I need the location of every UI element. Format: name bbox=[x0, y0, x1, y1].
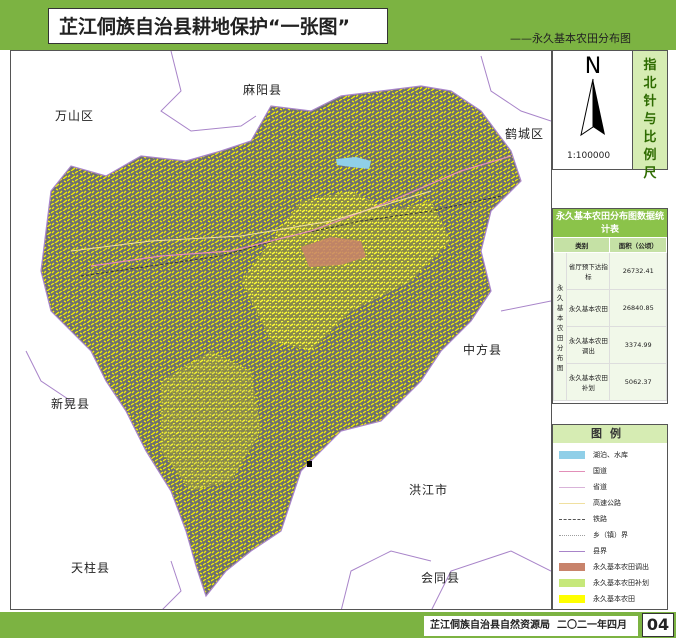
compass-caption-box: 指 北 针 与 比 例 尺 bbox=[632, 51, 667, 181]
table-cell: 省厅预下达指标 bbox=[566, 252, 611, 290]
place-wanshan: 万山区 bbox=[55, 109, 95, 123]
stats-title: 永久基本农田分布图数据统计表 bbox=[553, 209, 667, 237]
legend-label: 乡（镇）界 bbox=[593, 531, 628, 539]
stats-group-label: 永久基本农田分布图 bbox=[552, 252, 568, 401]
legend-item: 省道 bbox=[559, 481, 669, 493]
table-cell: 26732.41 bbox=[609, 252, 667, 290]
place-hongjiang: 洪江市 bbox=[409, 483, 449, 497]
legend-box: 图例 湖泊、水库国道省道高速公路铁路乡（镇）界县界永久基本农田调出 永久基本农田补… bbox=[552, 424, 668, 610]
north-label: N bbox=[585, 54, 601, 79]
legend-label: 湖泊、水库 bbox=[593, 451, 628, 459]
scale-label: 1:100000 bbox=[567, 151, 611, 161]
legend-label: 高速公路 bbox=[593, 499, 621, 507]
legend-swatch bbox=[559, 563, 585, 571]
table-cell: 26840.85 bbox=[609, 289, 667, 327]
page-title: 芷江侗族自治县耕地保护“一张图” bbox=[48, 8, 388, 44]
legend-label: 铁路 bbox=[593, 515, 607, 523]
legend-label: 永久基本农田调出 bbox=[593, 563, 649, 571]
legend-swatch bbox=[559, 595, 585, 603]
legend-swatch bbox=[559, 519, 585, 520]
legend-swatch bbox=[559, 451, 585, 459]
legend-label: 省道 bbox=[593, 483, 607, 491]
stats-table: 类别 面积（公顷） 永久基本农田分布图 省厅预下达指标 26732.41 永久基… bbox=[552, 237, 667, 401]
place-hecheng: 鹤城区 bbox=[505, 127, 545, 141]
footer-credit: 芷江侗族自治县自然资源局 二〇二一年四月 bbox=[424, 616, 638, 636]
stats-table-box: 永久基本农田分布图数据统计表 类别 面积（公顷） 永久基本农田分布图 省厅预下达… bbox=[552, 208, 668, 404]
legend-item: 乡（镇）界 bbox=[559, 529, 669, 541]
legend-item: 永久基本农田调出 bbox=[559, 561, 669, 573]
table-cell: 永久基本农田 bbox=[566, 289, 611, 327]
place-zhongfang: 中方县 bbox=[463, 343, 503, 357]
legend-swatch bbox=[559, 551, 585, 552]
legend-label: 永久基本农田 bbox=[593, 595, 635, 603]
compass-box: N 1:100000 指 北 针 与 比 例 尺 bbox=[552, 50, 668, 181]
place-huitong: 会同县 bbox=[421, 571, 461, 585]
legend-swatch bbox=[559, 487, 585, 488]
legend-label: 县界 bbox=[593, 547, 607, 555]
legend-item: 永久基本农田补划 bbox=[559, 577, 669, 589]
table-cell: 3374.99 bbox=[609, 326, 667, 364]
north-marker bbox=[307, 461, 312, 467]
table-cell: 永久基本农田补划 bbox=[566, 363, 611, 401]
page-number: 04 bbox=[642, 613, 674, 637]
stats-col-header: 类别 bbox=[552, 237, 611, 253]
legend-swatch bbox=[559, 471, 585, 472]
table-cell: 5062.37 bbox=[609, 363, 667, 401]
legend-label: 国道 bbox=[593, 467, 607, 475]
place-tianzhu: 天柱县 bbox=[71, 561, 111, 575]
county-map bbox=[25, 51, 551, 609]
legend-item: 永久基本农田 bbox=[559, 593, 669, 605]
north-arrow-icon: N bbox=[580, 54, 605, 137]
legend-swatch bbox=[559, 535, 585, 536]
footer-org: 芷江侗族自治县自然资源局 bbox=[430, 620, 550, 631]
legend-item: 国道 bbox=[559, 465, 669, 477]
legend-title: 图例 bbox=[553, 425, 667, 443]
footer-date: 二〇二一年四月 bbox=[556, 620, 627, 631]
page-subtitle: ——永久基本农田分布图 bbox=[510, 32, 631, 45]
place-xinhuang: 新晃县 bbox=[51, 397, 91, 411]
stats-col-header: 面积（公顷） bbox=[609, 237, 667, 253]
place-mayang: 麻阳县 bbox=[243, 83, 283, 97]
legend-item: 湖泊、水库 bbox=[559, 449, 669, 461]
compass-caption: 指 北 针 与 比 例 尺 bbox=[643, 58, 657, 181]
legend-label: 永久基本农田补划 bbox=[593, 579, 649, 587]
legend-item: 铁路 bbox=[559, 513, 669, 525]
table-cell: 永久基本农田调出 bbox=[566, 326, 611, 364]
legend-swatch bbox=[559, 579, 585, 587]
legend-item: 高速公路 bbox=[559, 497, 669, 509]
map-panel[interactable]: 麻阳县 万山区 鹤城区 中方县 新晃县 洪江市 天柱县 会同县 bbox=[10, 50, 552, 610]
legend-item: 县界 bbox=[559, 545, 669, 557]
legend-swatch bbox=[559, 503, 585, 504]
